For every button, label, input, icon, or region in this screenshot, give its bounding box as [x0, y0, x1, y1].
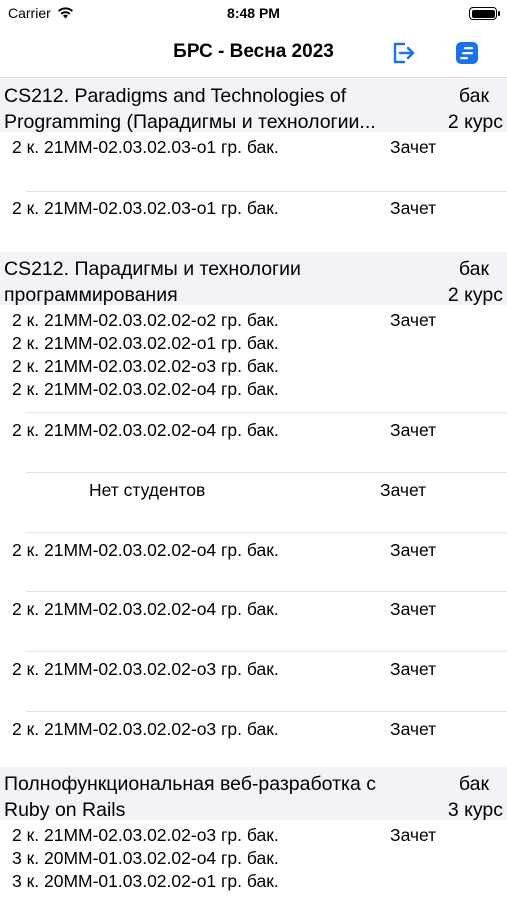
list-item[interactable]: 2 к. 21ММ-02.03.02.02-о3 гр. бак. Зачет: [12, 652, 507, 712]
group-list: 2 к. 21ММ-02.03.02.02-о4 гр. бак.: [12, 599, 279, 619]
discipline-list[interactable]: CS212. Paradigms and Technologies of Pro…: [0, 79, 507, 900]
list-item[interactable]: 2 к. 21ММ-02.03.02.03-о1 гр. бак. Зачет: [12, 192, 507, 252]
list-item[interactable]: Нет студентов Зачет: [26, 473, 507, 533]
group-list: 2 к. 21ММ-02.03.02.02-о3 гр. бак. 3 к. 2…: [12, 825, 279, 891]
battery-icon: [469, 7, 500, 20]
section-meta: бак 2 курс: [448, 83, 503, 135]
section-title: CS212. Paradigms and Technologies of Pro…: [4, 85, 376, 133]
navigation-bar: БРС - Весна 2023: [0, 28, 507, 78]
group-list: 2 к. 21ММ-02.03.02.02-о4 гр. бак.: [12, 420, 279, 440]
level-label: бак: [458, 773, 489, 795]
section-header[interactable]: CS212. Paradigms and Technologies of Pro…: [0, 79, 507, 135]
exam-type: Зачет: [390, 420, 437, 440]
section-meta: бак 2 курс: [448, 256, 503, 308]
group-list: 2 к. 21ММ-02.03.02.03-о1 гр. бак.: [12, 137, 279, 157]
list-item[interactable]: 2 к. 21ММ-02.03.02.02-о4 гр. бак. Зачет: [12, 533, 507, 592]
group-list: 2 к. 21ММ-02.03.02.03-о1 гр. бак.: [12, 198, 279, 218]
status-bar: Carrier 8:48 PM: [0, 0, 507, 28]
list-item[interactable]: 2 к. 21ММ-02.03.02.02-о4 гр. бак. Зачет: [12, 592, 507, 652]
exam-type: Зачет: [390, 825, 437, 845]
logout-icon: [393, 42, 415, 64]
exam-type: Зачет: [390, 599, 437, 619]
list-button[interactable]: [452, 38, 482, 68]
list-item[interactable]: 2 к. 21ММ-02.03.02.02-о3 гр. бак. 3 к. 2…: [12, 820, 507, 900]
list-icon: [456, 42, 478, 64]
list-item[interactable]: 2 к. 21ММ-02.03.02.02-о2 гр. бак. 2 к. 2…: [12, 305, 507, 413]
list-item[interactable]: 2 к. 21ММ-02.03.02.03-о1 гр. бак. Зачет: [12, 132, 507, 192]
group-list: 2 к. 21ММ-02.03.02.02-о2 гр. бак. 2 к. 2…: [12, 310, 279, 399]
level-label: бак: [458, 258, 489, 280]
section-header[interactable]: Полнофункциональная веб-разработка с Rub…: [0, 767, 507, 823]
group-list: 2 к. 21ММ-02.03.02.02-о3 гр. бак.: [12, 719, 279, 739]
exam-type: Зачет: [380, 480, 427, 500]
status-time: 8:48 PM: [227, 5, 280, 21]
list-item[interactable]: 2 к. 21ММ-02.03.02.02-о4 гр. бак. Зачет: [12, 413, 507, 473]
section-title: CS212. Парадигмы и технологии программир…: [4, 258, 301, 306]
list-item[interactable]: 2 к. 21ММ-02.03.02.02-о3 гр. бак. Зачет: [12, 712, 507, 767]
no-students-label: Нет студентов: [89, 480, 206, 500]
group-list: 2 к. 21ММ-02.03.02.02-о3 гр. бак.: [12, 659, 279, 679]
level-label: бак: [458, 85, 489, 107]
logout-button[interactable]: [388, 38, 418, 68]
exam-type: Зачет: [390, 198, 437, 218]
section-meta: бак 3 курс: [448, 771, 503, 823]
group-list: 2 к. 21ММ-02.03.02.02-о4 гр. бак.: [12, 540, 279, 560]
section-title: Полнофункциональная веб-разработка с Rub…: [4, 773, 376, 821]
exam-type: Зачет: [390, 540, 437, 560]
exam-type: Зачет: [390, 137, 437, 157]
section-header[interactable]: CS212. Парадигмы и технологии программир…: [0, 252, 507, 308]
exam-type: Зачет: [390, 719, 437, 739]
exam-type: Зачет: [390, 659, 437, 679]
exam-type: Зачет: [390, 310, 437, 330]
page-title: БРС - Весна 2023: [173, 41, 334, 62]
